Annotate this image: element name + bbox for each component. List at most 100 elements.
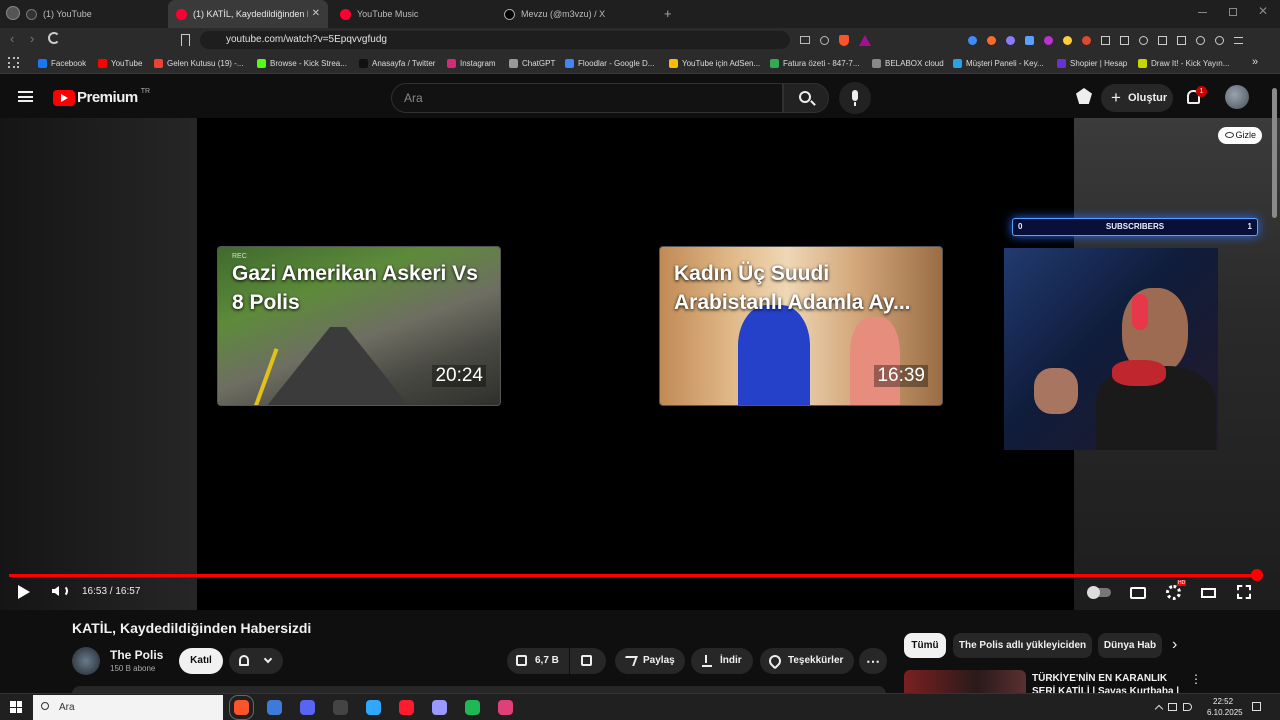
theater-mode-icon[interactable]	[1201, 588, 1216, 598]
avatar[interactable]	[1225, 85, 1249, 109]
subscription-bell-button[interactable]	[229, 648, 283, 674]
media-icon[interactable]	[1139, 35, 1148, 45]
extension-icon[interactable]	[1006, 35, 1015, 45]
settings-icon[interactable]	[1166, 585, 1181, 600]
new-tab-button[interactable]: +	[664, 6, 672, 21]
bookmark-item[interactable]: Anasayfa / Twitter	[359, 56, 435, 70]
bookmark-item[interactable]: Gelen Kutusu (19) -...	[154, 56, 243, 70]
taskbar-app-obs-icon[interactable]	[333, 700, 348, 715]
window-minimize-icon[interactable]	[1198, 12, 1207, 13]
bookmark-item[interactable]: YouTube	[98, 56, 142, 70]
bookmark-item[interactable]: Draw It! - Kick Yayın...	[1138, 56, 1229, 70]
extension-icon[interactable]	[1063, 35, 1072, 45]
recommended-title[interactable]: TÜRKİYE'NİN EN KARANLIK SERİ KATİLİ | Sa…	[1032, 672, 1179, 694]
progress-scrubber[interactable]	[1251, 569, 1263, 581]
page-scrollbar[interactable]	[1272, 88, 1277, 218]
taskbar-app-app-2-icon[interactable]	[267, 700, 282, 715]
notification-center-icon[interactable]	[1252, 702, 1261, 711]
chips-next-button[interactable]: ›	[1172, 636, 1177, 654]
bookmark-item[interactable]: Müşteri Paneli - Key...	[953, 56, 1044, 70]
window-maximize-icon[interactable]	[1229, 8, 1237, 16]
join-button[interactable]: Katıl	[179, 648, 223, 674]
tab-active-video[interactable]: (1) KATİL, Kaydedildiğinden Hab ✕	[168, 0, 328, 28]
create-icon[interactable]	[1076, 88, 1092, 104]
vpn-icon[interactable]	[1215, 35, 1224, 45]
taskbar-app-spotify-icon[interactable]	[465, 700, 480, 715]
channel-name[interactable]: The Polis	[110, 648, 163, 662]
chip-all[interactable]: Tümü	[904, 633, 946, 658]
taskbar-app-photoshop-icon[interactable]	[366, 700, 381, 715]
create-button[interactable]: + Oluştur	[1101, 84, 1173, 112]
clock-date[interactable]: 6.10.2025	[1207, 708, 1243, 717]
taskbar-app-discord-icon[interactable]	[300, 700, 315, 715]
thanks-button[interactable]: Teşekkürler	[760, 648, 854, 674]
filter-chip[interactable]: Dünya Hab	[1098, 633, 1162, 658]
more-actions-button[interactable]: ⋯	[859, 648, 887, 674]
bookmark-item[interactable]: BELABOX cloud	[872, 56, 944, 70]
download-button[interactable]: İndir	[691, 648, 753, 674]
clock-time[interactable]: 22:52	[1213, 697, 1233, 706]
wallet-icon[interactable]	[1177, 35, 1186, 45]
autoplay-toggle[interactable]	[1087, 586, 1111, 599]
taskbar-search[interactable]: Ara	[33, 695, 223, 720]
tab-x[interactable]: Mevzu (@m3vzu) / X	[496, 0, 656, 28]
brave-shield-icon[interactable]	[839, 34, 849, 46]
end-card-video-1[interactable]: REC Gazi Amerikan Askeri Vs 8 Polis 20:2…	[217, 246, 501, 406]
tab-close-icon[interactable]: ✕	[312, 8, 320, 19]
apps-grid-icon[interactable]	[8, 57, 19, 68]
taskbar-app-premiere-icon[interactable]	[432, 700, 447, 715]
search-button[interactable]	[783, 83, 829, 113]
screen-cast-icon[interactable]	[800, 36, 810, 44]
sidebar-icon[interactable]	[1158, 35, 1167, 45]
bookmark-item[interactable]: YouTube için AdSen...	[669, 56, 760, 70]
extension-icon[interactable]	[1025, 35, 1034, 45]
fullscreen-icon[interactable]	[1237, 585, 1251, 599]
taskbar-app-brave-icon[interactable]	[229, 695, 254, 720]
subtitles-icon[interactable]	[1130, 587, 1146, 599]
tab-youtube-music[interactable]: YouTube Music	[332, 0, 492, 28]
bookmark-item[interactable]: Instagram	[447, 56, 496, 70]
extension-icon[interactable]	[1082, 35, 1091, 45]
like-button[interactable]: 6,7 B	[507, 648, 569, 674]
tab-youtube[interactable]: (1) YouTube	[18, 0, 166, 28]
extension-icons-right[interactable]	[968, 33, 1268, 47]
bookmark-icon[interactable]	[181, 34, 190, 46]
taskbar-app-opera-icon[interactable]	[399, 700, 414, 715]
recommended-more-icon[interactable]: ⋮	[1190, 672, 1202, 686]
recommended-thumbnail[interactable]	[904, 670, 1026, 694]
taskbar-app-app-9-icon[interactable]	[498, 700, 513, 715]
zoom-icon[interactable]	[820, 35, 829, 45]
brave-rewards-icon[interactable]	[859, 34, 871, 46]
forward-icon[interactable]: ›	[30, 31, 34, 46]
bookmark-item[interactable]: Fatura özeti - 847-7...	[770, 56, 859, 70]
puzzle-icon[interactable]	[1101, 35, 1110, 45]
windows-start-icon[interactable]	[10, 701, 22, 713]
bookmark-item[interactable]: ChatGPT	[509, 56, 555, 70]
menu-icon[interactable]	[1234, 36, 1243, 44]
progress-bar[interactable]	[9, 574, 1257, 577]
extension-icon[interactable]	[968, 35, 977, 45]
youtube-logo[interactable]: Premium TR	[53, 88, 150, 106]
window-close-icon[interactable]: ✕	[1258, 4, 1268, 18]
video-player[interactable]: REC Gazi Amerikan Askeri Vs 8 Polis 20:2…	[0, 118, 1280, 610]
bookmarks-overflow-button[interactable]: »	[1252, 55, 1258, 69]
address-bar[interactable]: youtube.com/watch?v=5Epqvvgfudg	[200, 31, 790, 49]
reload-icon[interactable]	[48, 32, 60, 44]
bookmark-item[interactable]: Floodlar - Google D...	[565, 56, 654, 70]
bookmark-item[interactable]: Browse - Kick Strea...	[257, 56, 347, 70]
dislike-button[interactable]	[570, 648, 606, 674]
end-card-video-2[interactable]: Kadın Üç Suudi Arabistanlı Adamla Ay... …	[659, 246, 943, 406]
search-input[interactable]: Ara	[391, 83, 783, 113]
hamburger-menu-icon[interactable]	[18, 91, 33, 102]
bookmark-item[interactable]: Shopier | Hesap	[1057, 56, 1127, 70]
extension-icon[interactable]	[987, 35, 996, 45]
channel-avatar[interactable]	[72, 647, 100, 675]
filter-chip[interactable]: The Polis adlı yükleyiciden	[953, 633, 1092, 658]
extension-icon[interactable]	[1120, 35, 1129, 45]
extension-icon[interactable]	[1044, 35, 1053, 45]
back-icon[interactable]: ‹	[10, 31, 14, 46]
system-tray-icons[interactable]	[1154, 703, 1202, 714]
voice-search-button[interactable]	[839, 82, 871, 114]
bookmark-item[interactable]: Facebook	[38, 56, 86, 70]
hide-overlay-button[interactable]: Gizle	[1218, 127, 1262, 144]
